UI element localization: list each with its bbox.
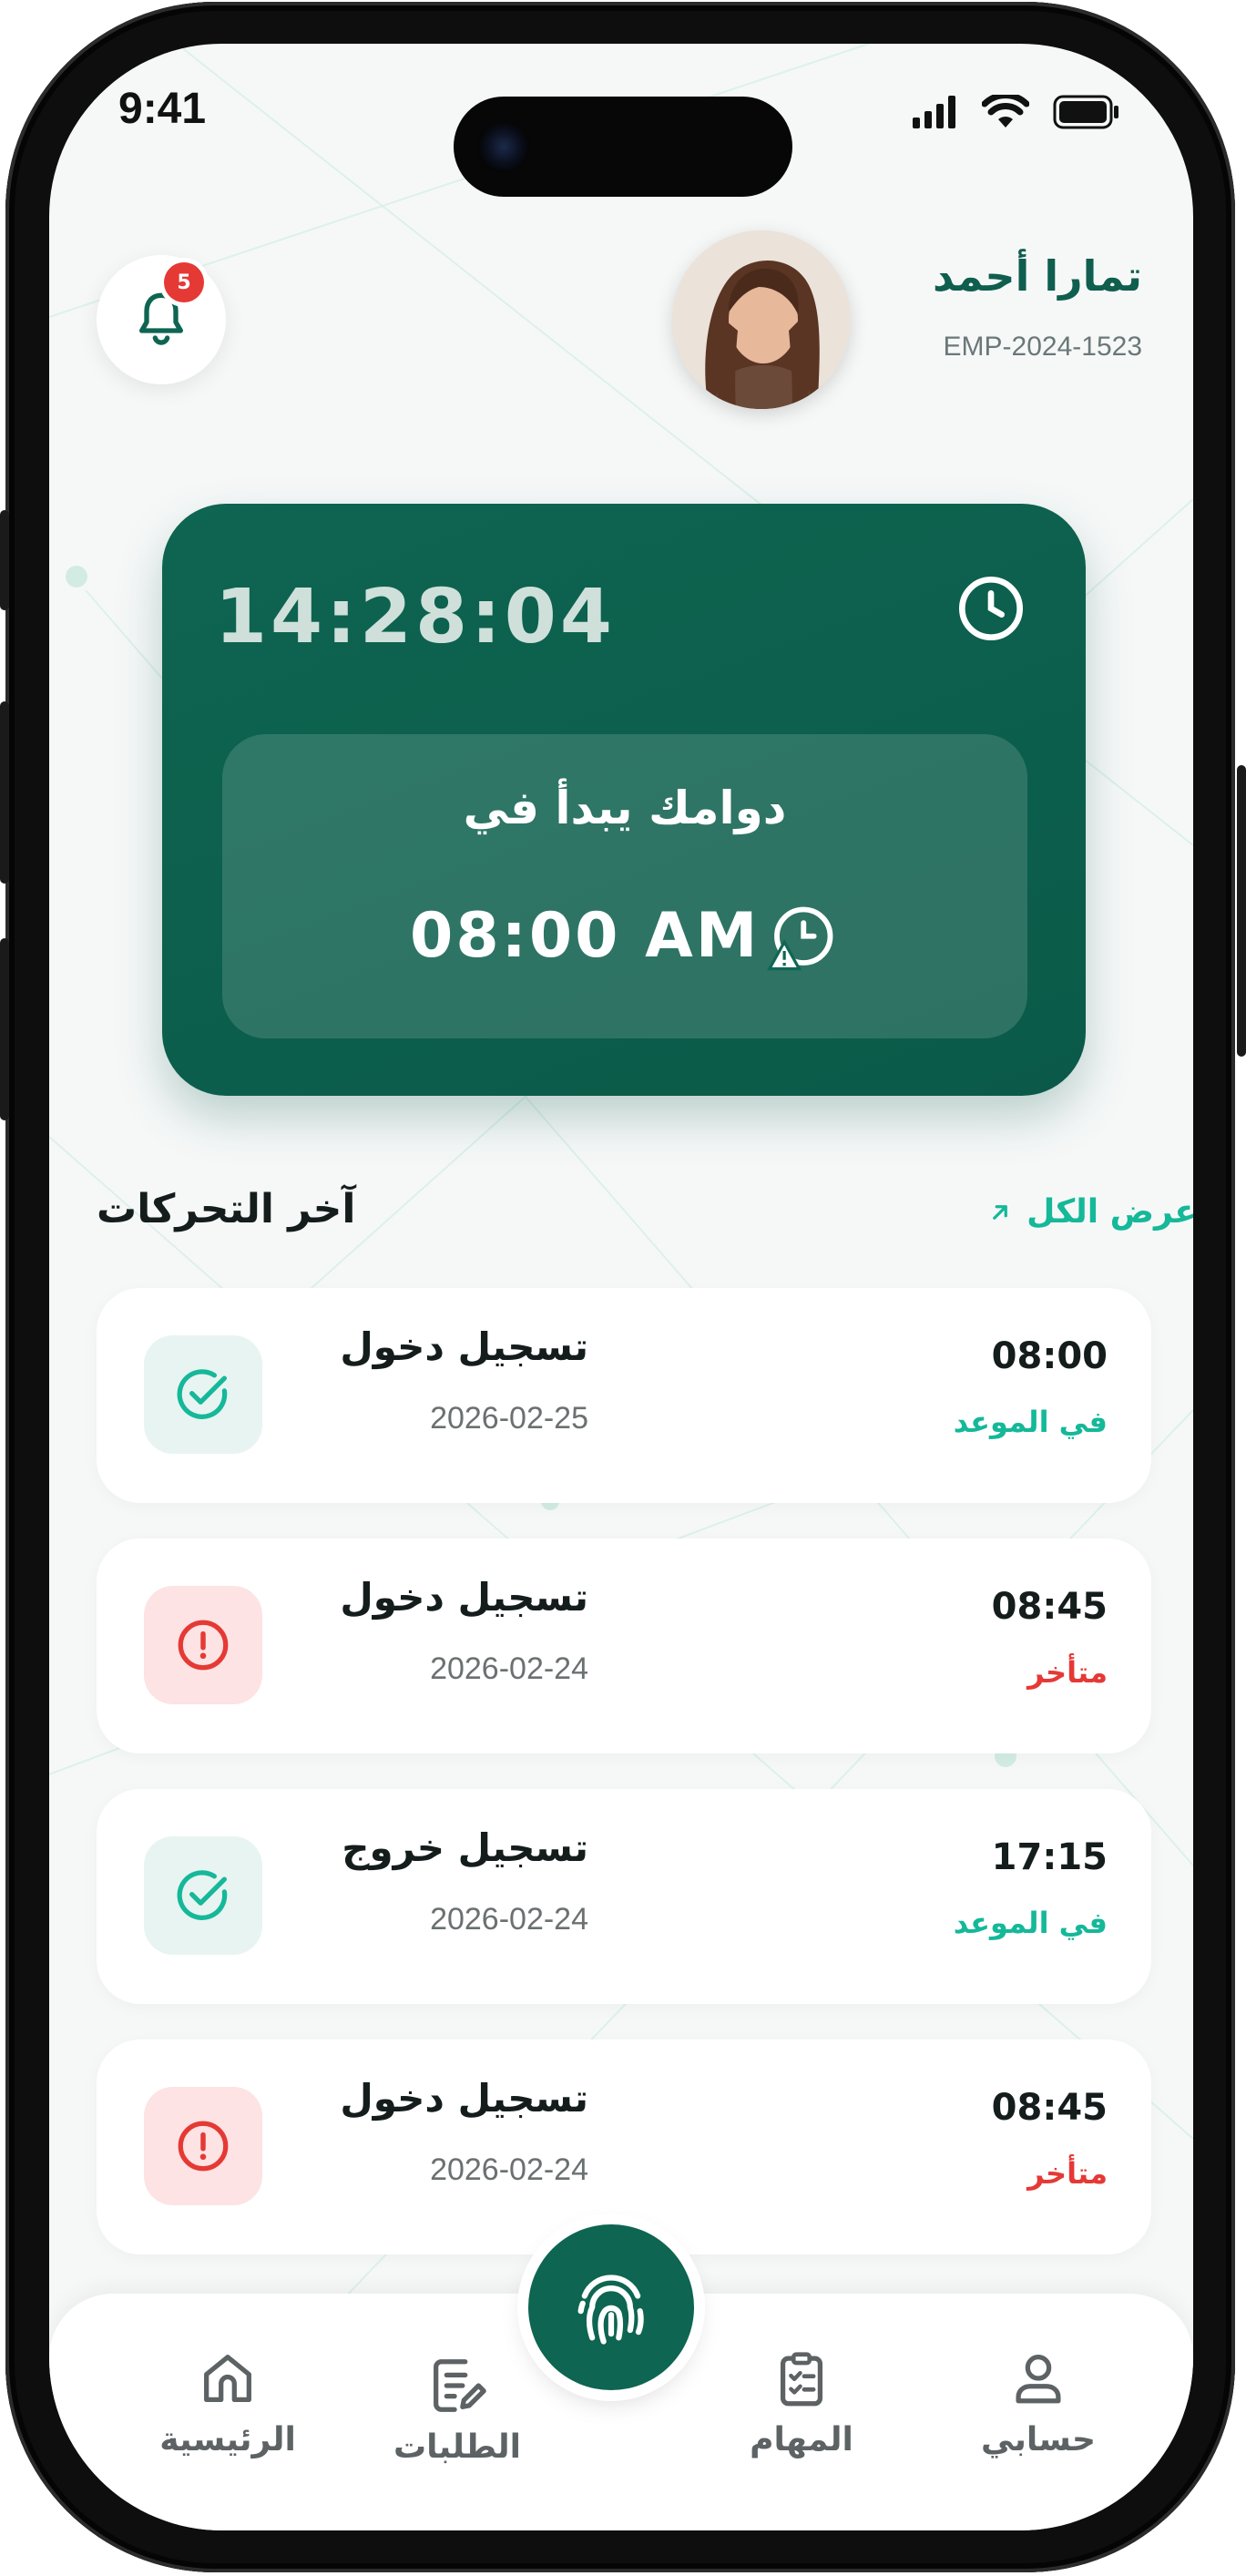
status-icon-box (144, 1836, 262, 1955)
clock-alert-icon (767, 906, 833, 971)
clipboard-check-icon (780, 2352, 823, 2407)
wifi-icon (982, 95, 1029, 128)
shift-label: دوامك يبدأ في (463, 782, 787, 834)
nav-label: الرئيسية (159, 2421, 296, 2458)
user-icon (1016, 2355, 1061, 2404)
shift-panel (222, 734, 1027, 1038)
alert-circle-icon (178, 2121, 229, 2172)
activity-time: 08:45 (991, 1586, 1108, 1628)
employee-id: EMP-2024-1523 (943, 332, 1142, 362)
shift-start-time: 08:00 AM (410, 900, 761, 972)
current-time: 14:28:04 (215, 574, 616, 660)
avatar[interactable] (672, 230, 851, 409)
activity-time: 08:45 (991, 2087, 1108, 2129)
alert-circle-icon (178, 1620, 229, 1671)
nav-tasks[interactable]: المهام (710, 2346, 893, 2458)
volume-down-button (0, 938, 9, 1120)
clock-icon (959, 577, 1023, 640)
activity-status: في الموعد (953, 1906, 1108, 1940)
notifications-button[interactable] (97, 255, 226, 384)
document-edit-icon (434, 2359, 486, 2412)
nav-label: حسابي (980, 2421, 1097, 2458)
check-circle-icon (177, 1870, 228, 1920)
nav-home[interactable]: الرئيسية (137, 2346, 319, 2458)
view-all-label: عرض الكل (1026, 1193, 1193, 1231)
activity-date: 2026-02-24 (430, 1902, 588, 1937)
activity-date: 2026-02-24 (430, 1651, 588, 1686)
activity-card[interactable]: تسجيل خروج 2026-02-24 17:15 في الموعد (97, 1789, 1151, 2004)
activity-status: متأخر (1027, 1655, 1108, 1690)
status-icons (913, 95, 1120, 129)
notification-badge: 5 (164, 262, 204, 302)
view-all-link[interactable]: عرض الكل (924, 1193, 1193, 1231)
nav-account[interactable]: حسابي (947, 2346, 1129, 2458)
user-name: تمارا أحمد (933, 251, 1142, 301)
status-icon-box (144, 2087, 262, 2205)
arrow-up-right-icon (993, 1204, 1007, 1220)
section-title: آخر التحركات (97, 1186, 356, 1232)
nav-label: المهام (750, 2421, 853, 2458)
status-icon-box (144, 1335, 262, 1454)
activity-date: 2026-02-25 (430, 1401, 588, 1436)
activity-status: متأخر (1027, 2156, 1108, 2191)
activity-title: تسجيل دخول (340, 1575, 588, 1620)
user-photo (672, 230, 851, 409)
status-time: 9:41 (118, 85, 207, 133)
activity-title: تسجيل خروج (342, 1825, 588, 1870)
fingerprint-checkin-button[interactable] (528, 2224, 694, 2390)
app-screen: 9:41 5 تمارا أحمد EMP-2024-1523 14:28:04… (49, 44, 1193, 2530)
activity-title: تسجيل دخول (340, 1324, 588, 1369)
nav-label: الطلبات (393, 2428, 521, 2466)
volume-up-button (0, 701, 9, 884)
activity-time: 17:15 (991, 1836, 1108, 1878)
battery-icon (1053, 95, 1118, 129)
check-circle-icon (177, 1369, 228, 1419)
activity-status: في الموعد (953, 1405, 1108, 1439)
status-icon-box (144, 1586, 262, 1704)
nav-requests[interactable]: الطلبات (366, 2354, 548, 2466)
activity-card[interactable]: تسجيل دخول 2026-02-25 08:00 في الموعد (97, 1288, 1151, 1503)
activity-card[interactable]: تسجيل دخول 2026-02-24 08:45 متأخر (97, 1538, 1151, 1753)
camera-lens (477, 120, 530, 173)
activity-title: تسجيل دخول (340, 2076, 588, 2121)
action-button (0, 510, 9, 610)
activity-date: 2026-02-24 (430, 2152, 588, 2187)
home-icon (204, 2355, 251, 2402)
fingerprint-icon (577, 2274, 644, 2345)
activity-time: 08:00 (991, 1335, 1108, 1377)
power-button (1237, 765, 1246, 1057)
signal-icon (913, 96, 955, 128)
activity-card[interactable]: تسجيل دخول 2026-02-24 08:45 متأخر (97, 2039, 1151, 2254)
